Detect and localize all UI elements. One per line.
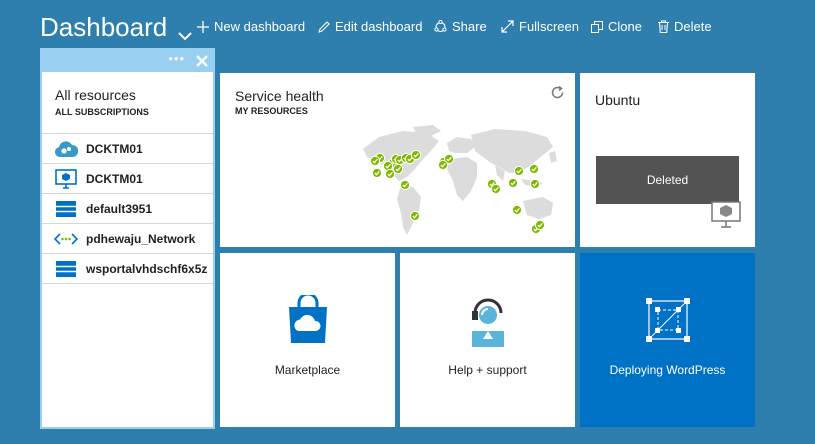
clone-icon	[591, 20, 603, 33]
fullscreen-label: Fullscreen	[519, 19, 579, 34]
all-resources-tile[interactable]: ••• All resources ALL SUBSCRIPTIONS DCKT…	[40, 48, 215, 429]
resource-row[interactable]: DCKTM01	[42, 134, 213, 164]
refresh-icon[interactable]	[550, 85, 565, 105]
more-options-icon[interactable]: •••	[168, 51, 185, 66]
deployment-icon	[643, 295, 693, 350]
new-dashboard-label: New dashboard	[214, 19, 306, 34]
fullscreen-icon	[501, 20, 514, 33]
world-map	[363, 125, 557, 235]
virtual-machine-icon	[711, 201, 741, 234]
cloud-service-icon	[54, 138, 78, 160]
edit-dashboard-label: Edit dashboard	[335, 19, 423, 34]
delete-button[interactable]: Delete	[658, 19, 712, 34]
storage-account-icon	[54, 198, 78, 220]
resource-row[interactable]: wsportalvhdschf6x5z	[42, 254, 213, 284]
chevron-down-icon[interactable]	[177, 20, 193, 40]
service-health-subtitle: MY RESOURCES	[235, 106, 308, 116]
all-resources-subtitle: ALL SUBSCRIPTIONS	[55, 107, 149, 117]
close-icon[interactable]	[196, 54, 208, 72]
plus-icon	[197, 20, 209, 33]
new-dashboard-button[interactable]: New dashboard	[197, 19, 305, 34]
edit-dashboard-button[interactable]: Edit dashboard	[318, 19, 422, 34]
share-button[interactable]: Share	[434, 19, 487, 34]
clone-button[interactable]: Clone	[591, 19, 642, 34]
support-person-icon	[468, 295, 508, 352]
resource-name: DCKTM01	[86, 141, 143, 156]
deploying-wordpress-tile[interactable]: Deploying WordPress	[580, 253, 755, 427]
share-icon	[434, 20, 447, 33]
all-resources-title: All resources	[55, 87, 136, 103]
shopping-bag-icon	[285, 292, 331, 350]
delete-label: Delete	[674, 19, 712, 34]
clone-label: Clone	[608, 19, 642, 34]
deleted-status-banner: Deleted	[596, 156, 739, 204]
help-support-label: Help + support	[448, 363, 527, 377]
service-health-title: Service health	[235, 88, 324, 104]
resource-row[interactable]: pdhewaju_Network	[42, 224, 213, 254]
virtual-machine-icon	[54, 168, 78, 190]
dashboard-title[interactable]: Dashboard	[40, 12, 193, 43]
help-support-tile[interactable]: Help + support	[400, 253, 575, 427]
virtual-network-icon	[54, 228, 78, 250]
dashboard-title-text: Dashboard	[40, 12, 168, 42]
share-label: Share	[452, 19, 487, 34]
fullscreen-button[interactable]: Fullscreen	[501, 19, 579, 34]
service-health-tile[interactable]: Service health MY RESOURCES	[220, 73, 575, 247]
pencil-icon	[318, 20, 330, 33]
ubuntu-title: Ubuntu	[595, 92, 641, 108]
deploying-wordpress-label: Deploying WordPress	[609, 363, 726, 377]
ubuntu-vm-tile[interactable]: Ubuntu Deleted	[580, 73, 755, 247]
resource-row[interactable]: default3951	[42, 194, 213, 224]
resource-name: default3951	[86, 201, 153, 216]
trash-icon	[658, 20, 669, 33]
all-resources-header: All resources ALL SUBSCRIPTIONS	[42, 72, 213, 134]
resource-name: DCKTM01	[86, 171, 143, 186]
marketplace-label: Marketplace	[274, 363, 341, 377]
resource-name: pdhewaju_Network	[86, 231, 196, 246]
storage-account-icon	[54, 258, 78, 280]
resource-row[interactable]: DCKTM01	[42, 164, 213, 194]
resource-name: wsportalvhdschf6x5z	[86, 261, 208, 276]
tile-toolbar: •••	[42, 50, 213, 72]
marketplace-tile[interactable]: Marketplace	[220, 253, 395, 427]
